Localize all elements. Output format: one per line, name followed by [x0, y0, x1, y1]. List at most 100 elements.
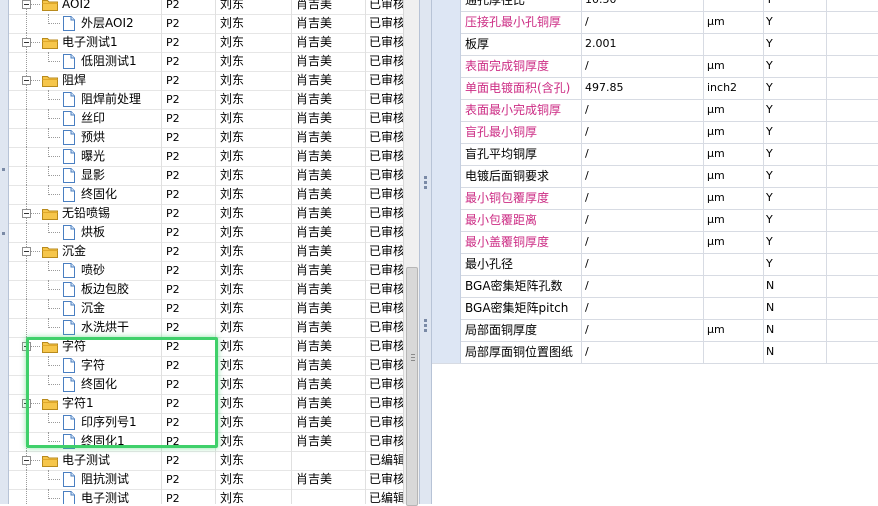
- row-header[interactable]: [432, 253, 461, 275]
- property-row[interactable]: 最小盖覆铜厚度 / μm Y: [432, 231, 878, 254]
- row-header[interactable]: [432, 275, 461, 297]
- tree-row[interactable]: 喷砂 P2 刘东 肖吉美 已审核: [9, 261, 403, 281]
- property-row[interactable]: 局部面铜厚度 / μm N: [432, 319, 878, 342]
- property-flag[interactable]: Y: [764, 187, 827, 209]
- row-header[interactable]: [432, 341, 461, 363]
- property-value[interactable]: 10.50: [582, 0, 704, 11]
- property-flag[interactable]: Y: [764, 253, 827, 275]
- property-value[interactable]: /: [582, 99, 704, 121]
- row-header[interactable]: [432, 209, 461, 231]
- tree-node[interactable]: 字符: [9, 337, 159, 356]
- tree-scrollbar[interactable]: [403, 0, 419, 506]
- property-row[interactable]: 局部厚面铜位置图纸 / N: [432, 341, 878, 364]
- tree-node[interactable]: 阻抗测试: [9, 470, 159, 489]
- property-row[interactable]: BGA密集矩阵pitch / N: [432, 297, 878, 320]
- tree-row[interactable]: 显影 P2 刘东 肖吉美 已审核: [9, 166, 403, 186]
- property-flag[interactable]: Y: [764, 165, 827, 187]
- property-value[interactable]: /: [582, 11, 704, 33]
- tree-node[interactable]: 低阻测试1: [9, 52, 159, 71]
- collapse-toggle-icon[interactable]: [22, 456, 31, 465]
- property-flag[interactable]: N: [764, 319, 827, 341]
- property-value[interactable]: /: [582, 143, 704, 165]
- row-header[interactable]: [432, 99, 461, 121]
- property-value[interactable]: /: [582, 275, 704, 297]
- property-value[interactable]: /: [582, 231, 704, 253]
- tree-node[interactable]: 终固化: [9, 375, 159, 394]
- tree-row[interactable]: 终固化 P2 刘东 肖吉美 已审核: [9, 375, 403, 395]
- property-row[interactable]: 板厚 2.001 Y: [432, 33, 878, 56]
- tree-row[interactable]: 电子测试 P2 刘东 已编辑: [9, 489, 403, 504]
- property-value[interactable]: /: [582, 253, 704, 275]
- tree-node[interactable]: 喷砂: [9, 261, 159, 280]
- collapse-toggle-icon[interactable]: [22, 76, 31, 85]
- property-value[interactable]: /: [582, 209, 704, 231]
- tree-node[interactable]: 电子测试: [9, 489, 159, 504]
- properties-grid[interactable]: 通孔厚径比10.50Y压接孔最小孔铜厚/μmY板厚2.001Y表面完成铜厚度/μ…: [432, 0, 878, 504]
- property-row[interactable]: 盲孔平均铜厚 / μm Y: [432, 143, 878, 166]
- row-header[interactable]: [432, 143, 461, 165]
- tree-row[interactable]: 水洗烘干 P2 刘东 肖吉美 已审核: [9, 318, 403, 338]
- tree-row[interactable]: 字符1 P2 刘东 肖吉美 已审核: [9, 394, 403, 414]
- tree-node[interactable]: 沉金: [9, 299, 159, 318]
- row-header[interactable]: [432, 187, 461, 209]
- property-flag[interactable]: Y: [764, 143, 827, 165]
- property-row[interactable]: 单面电镀面积(含孔) 497.85 inch2 Y: [432, 77, 878, 100]
- property-flag[interactable]: Y: [764, 209, 827, 231]
- property-flag[interactable]: Y: [764, 77, 827, 99]
- property-value[interactable]: /: [582, 165, 704, 187]
- tree-node[interactable]: 预烘: [9, 128, 159, 147]
- collapse-toggle-icon[interactable]: [22, 399, 31, 408]
- row-header[interactable]: [432, 121, 461, 143]
- property-value[interactable]: 497.85: [582, 77, 704, 99]
- property-flag[interactable]: Y: [764, 55, 827, 77]
- row-header[interactable]: [432, 77, 461, 99]
- row-header[interactable]: [432, 33, 461, 55]
- tree-node[interactable]: 水洗烘干: [9, 318, 159, 337]
- property-value[interactable]: /: [582, 319, 704, 341]
- tree-node[interactable]: AOI2: [9, 0, 159, 14]
- tree-row[interactable]: 阻抗测试 P2 刘东 肖吉美 已审核: [9, 470, 403, 490]
- row-header[interactable]: [432, 297, 461, 319]
- property-row[interactable]: 最小孔径 / Y: [432, 253, 878, 276]
- tree-row[interactable]: 烘板 P2 刘东 肖吉美 已审核: [9, 223, 403, 243]
- property-value[interactable]: /: [582, 341, 704, 363]
- row-header[interactable]: [432, 0, 461, 11]
- property-flag[interactable]: N: [764, 275, 827, 297]
- process-tree[interactable]: AOI2 P2 刘东 肖吉美 已审核 外层AOI2 P2 刘东 肖吉美 已审核 电子测试1 P2 刘东肖…: [9, 0, 403, 504]
- tree-node[interactable]: 显影: [9, 166, 159, 185]
- tree-node[interactable]: 烘板: [9, 223, 159, 242]
- property-value[interactable]: /: [582, 297, 704, 319]
- property-value[interactable]: 2.001: [582, 33, 704, 55]
- row-header[interactable]: [432, 231, 461, 253]
- tree-row[interactable]: 终固化1 P2 刘东 肖吉美 已审核: [9, 432, 403, 452]
- tree-node[interactable]: 终固化: [9, 185, 159, 204]
- left-splitter[interactable]: [0, 0, 9, 504]
- tree-node[interactable]: 曝光: [9, 147, 159, 166]
- tree-row[interactable]: 终固化 P2 刘东 肖吉美 已审核: [9, 185, 403, 205]
- property-flag[interactable]: Y: [764, 99, 827, 121]
- tree-row[interactable]: 丝印 P2 刘东 肖吉美 已审核: [9, 109, 403, 129]
- tree-row[interactable]: 电子测试 P2 刘东 已编辑: [9, 451, 403, 471]
- collapse-toggle-icon[interactable]: [22, 0, 31, 9]
- property-flag[interactable]: N: [764, 297, 827, 319]
- tree-node[interactable]: 印序列号1: [9, 413, 159, 432]
- collapse-toggle-icon[interactable]: [22, 38, 31, 47]
- collapse-toggle-icon[interactable]: [22, 247, 31, 256]
- tree-row[interactable]: 阻焊 P2 刘东 肖吉美 已审核: [9, 71, 403, 91]
- tree-node[interactable]: 电子测试1: [9, 33, 159, 52]
- row-header[interactable]: [432, 319, 461, 341]
- row-header[interactable]: [432, 55, 461, 77]
- tree-row[interactable]: 阻焊前处理 P2 刘东 肖吉美 已审核: [9, 90, 403, 110]
- panel-splitter[interactable]: [419, 0, 432, 504]
- property-flag[interactable]: Y: [764, 33, 827, 55]
- property-row[interactable]: 压接孔最小孔铜厚 / μm Y: [432, 11, 878, 34]
- tree-row[interactable]: 曝光 P2 刘东 肖吉美 已审核: [9, 147, 403, 167]
- tree-row[interactable]: 沉金 P2 刘东 肖吉美 已审核: [9, 299, 403, 319]
- tree-row[interactable]: 无铅喷锡 P2 刘东 肖吉美 已审核: [9, 204, 403, 224]
- row-header[interactable]: [432, 11, 461, 33]
- tree-node[interactable]: 板边包胶: [9, 280, 159, 299]
- tree-node[interactable]: 无铅喷锡: [9, 204, 159, 223]
- property-row[interactable]: 盲孔最小铜厚 / μm Y: [432, 121, 878, 144]
- collapse-toggle-icon[interactable]: [22, 209, 31, 218]
- property-row[interactable]: 表面最小完成铜厚 / μm Y: [432, 99, 878, 122]
